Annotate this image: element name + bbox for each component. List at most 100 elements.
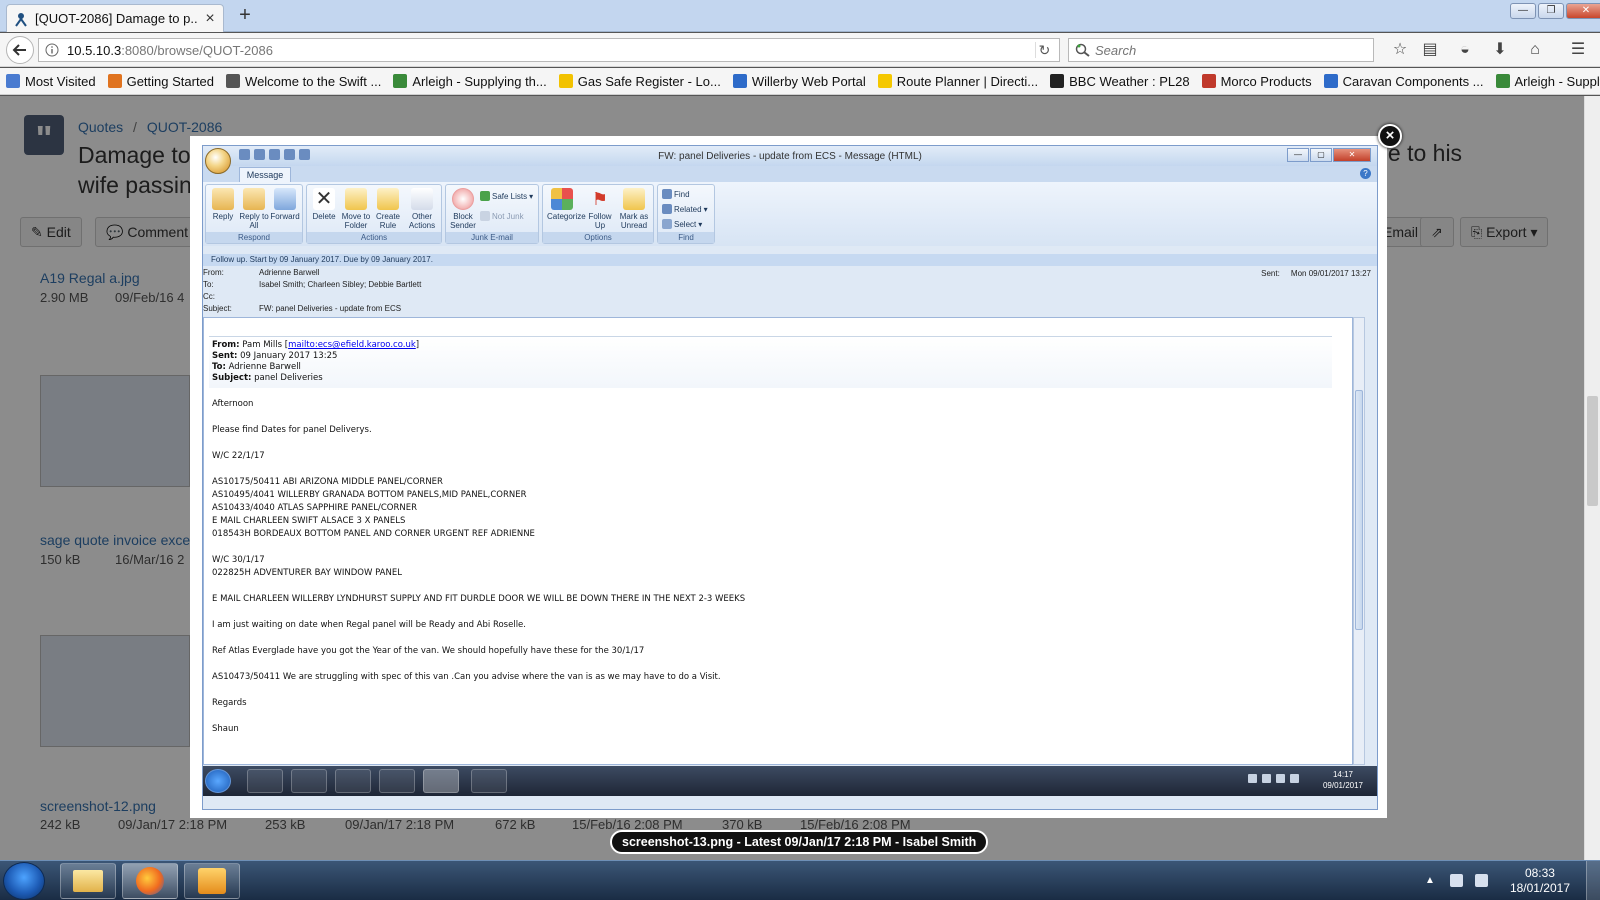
search-engine-icon[interactable] (1075, 43, 1091, 57)
find-button[interactable]: Find (662, 189, 690, 199)
home-icon[interactable]: ⌂ (1525, 40, 1545, 60)
bookmark-item[interactable]: Route Planner | Directi... (877, 73, 1039, 89)
minimize-button[interactable]: — (1287, 148, 1309, 162)
page-scrollbar[interactable] (1584, 96, 1600, 860)
menu-icon[interactable]: ☰ (1568, 40, 1588, 60)
tray-up-icon[interactable] (1248, 774, 1257, 783)
scrollbar-thumb[interactable] (1587, 396, 1598, 506)
inner-clock[interactable]: 14:17 09/01/2017 (1323, 769, 1363, 791)
back-button[interactable] (6, 36, 34, 64)
office-button-icon[interactable] (205, 148, 231, 174)
reply-button[interactable]: Reply (208, 188, 238, 221)
other-actions-button[interactable]: Other Actions (407, 188, 437, 230)
body-line: Please find Dates for panel Deliverys. (212, 425, 372, 435)
save-icon[interactable] (239, 149, 250, 160)
info-icon[interactable] (45, 43, 59, 57)
file-explorer-icon[interactable] (60, 863, 116, 899)
maximize-button[interactable]: ▢ (1310, 148, 1332, 162)
firefox-icon[interactable] (122, 863, 178, 899)
scrollbar-thumb[interactable] (1355, 390, 1363, 630)
follow-up-button[interactable]: ⚑ Follow Up (585, 188, 615, 230)
bookmark-star-icon[interactable]: ☆ (1390, 40, 1410, 60)
browser-tab-active[interactable]: [QUOT-2086] Damage to p... × (6, 4, 224, 32)
search-bar[interactable] (1068, 38, 1374, 62)
navigation-bar: 10.5.10.3:8080/browse/QUOT-2086 ↻ ☆ ▤ ◒ … (0, 33, 1600, 67)
safe-lists-button[interactable]: Safe Lists ▾ (480, 191, 533, 201)
close-tab-icon[interactable]: × (203, 10, 217, 26)
block-sender-icon (452, 188, 474, 210)
help-icon[interactable]: ? (1360, 168, 1371, 179)
outlook-title-bar: FW: panel Deliveries - update from ECS -… (203, 146, 1377, 166)
flag-icon[interactable] (1262, 774, 1271, 783)
clock-date: 18/01/2017 (1509, 881, 1570, 895)
message-body[interactable]: From: Pam Mills [mailto:ecs@efield.karoo… (203, 317, 1353, 765)
close-window-button[interactable]: ✕ (1566, 3, 1600, 19)
bookmark-item[interactable]: Willerby Web Portal (732, 74, 866, 89)
message-scrollbar[interactable] (1353, 317, 1365, 765)
minimize-button[interactable]: — (1510, 3, 1536, 19)
reload-icon[interactable]: ↻ (1035, 42, 1053, 58)
bookmark-item[interactable]: Most Visited (6, 74, 96, 89)
tray-up-icon[interactable]: ▲ (1425, 874, 1438, 887)
close-button[interactable]: ✕ (1333, 148, 1371, 162)
bookmark-item[interactable]: Morco Products (1201, 74, 1312, 89)
system-tray: ▲ (1425, 874, 1488, 887)
media-player-icon[interactable] (335, 769, 371, 793)
reply-all-button[interactable]: Reply to All (239, 188, 269, 230)
reading-list-icon[interactable]: ▤ (1420, 40, 1440, 60)
body-line: Afternoon (212, 399, 254, 409)
outlook-taskbar-icon[interactable] (184, 863, 240, 899)
bookmark-label: Getting Started (126, 73, 215, 89)
up-arrow-icon[interactable] (284, 149, 295, 160)
bookmark-item[interactable]: Welcome to the Swift ... (226, 74, 381, 89)
new-tab-button[interactable]: + (234, 5, 256, 27)
redo-icon[interactable] (269, 149, 280, 160)
forward-button[interactable]: Forward (270, 188, 300, 221)
system-clock[interactable]: 08:33 18/01/2017 (1510, 866, 1570, 896)
down-arrow-icon[interactable] (299, 149, 310, 160)
pocket-icon[interactable]: ◒ (1455, 40, 1475, 60)
bookmark-item[interactable]: BBC Weather : PL28 (1050, 74, 1190, 89)
chrome-icon[interactable] (379, 769, 415, 793)
tab-message[interactable]: Message (239, 167, 291, 182)
calculator-icon[interactable] (471, 769, 507, 793)
group-label: Options (543, 232, 653, 243)
explorer-icon[interactable] (291, 769, 327, 793)
windows-start-button[interactable] (3, 862, 45, 900)
mailto-link[interactable]: mailto:ecs@efield.karoo.co.uk (288, 340, 416, 350)
block-sender-button[interactable]: Block Sender (448, 188, 478, 230)
bookmark-item[interactable]: Arleigh - Supplying th... (393, 74, 547, 89)
related-button[interactable]: Related ▾ (662, 204, 708, 214)
select-button[interactable]: Select ▾ (662, 219, 702, 229)
bookmark-item[interactable]: Arleigh - Supplying th... (1495, 74, 1600, 89)
bookmark-item[interactable]: Getting Started (107, 73, 215, 89)
url-bar[interactable]: 10.5.10.3:8080/browse/QUOT-2086 ↻ (38, 38, 1060, 62)
undo-icon[interactable] (254, 149, 265, 160)
network-icon[interactable] (1450, 874, 1463, 887)
delete-button[interactable]: ✕ Delete (309, 188, 339, 221)
lightbox-close-button[interactable]: × (1378, 124, 1402, 148)
bookmark-item[interactable]: Caravan Components ... (1323, 74, 1484, 89)
outlook-icon[interactable] (423, 769, 459, 793)
search-input[interactable] (1095, 42, 1355, 58)
move-to-folder-button[interactable]: Move to Folder (341, 188, 371, 230)
outlook-window-controls: — ▢ ✕ (1287, 148, 1371, 162)
bookmark-label: Route Planner | Directi... (896, 73, 1039, 89)
start-orb-icon[interactable] (205, 769, 231, 793)
ie-icon[interactable] (247, 769, 283, 793)
not-junk-button[interactable]: Not Junk (480, 211, 524, 221)
cc-icon (1323, 74, 1338, 88)
globe-icon (226, 74, 241, 88)
categorize-button[interactable]: Categorize (547, 188, 586, 221)
volume-icon[interactable] (1290, 774, 1299, 783)
network-icon[interactable] (1276, 774, 1285, 783)
mark-unread-button[interactable]: Mark as Unread (619, 188, 649, 230)
create-rule-button[interactable]: Create Rule (373, 188, 403, 230)
bookmark-item[interactable]: Gas Safe Register - Lo... (558, 74, 721, 89)
show-desktop-button[interactable] (1586, 861, 1600, 900)
url-path: :8080/browse/QUOT-2086 (121, 42, 273, 58)
volume-icon[interactable] (1475, 874, 1488, 887)
downloads-icon[interactable]: ⬇ (1490, 40, 1510, 60)
maximize-button[interactable]: ❐ (1538, 3, 1564, 19)
related-icon (662, 204, 672, 214)
